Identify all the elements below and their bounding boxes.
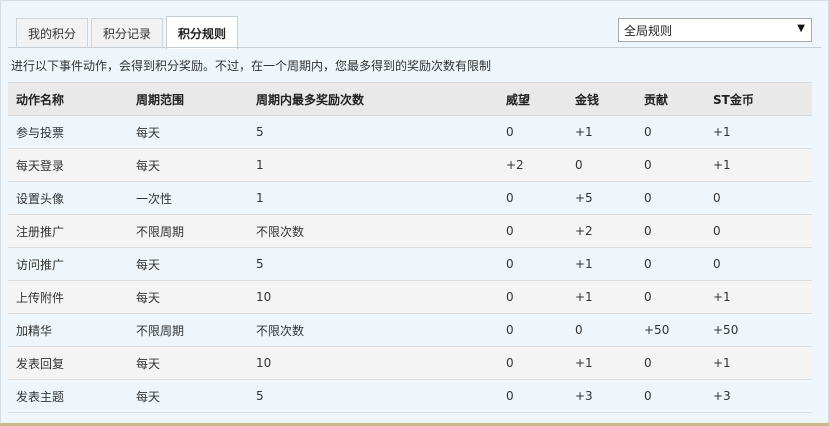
col-header-contribution: 贡献 xyxy=(636,82,705,116)
col-header-max-times: 周期内最多奖励次数 xyxy=(248,82,498,116)
cell-st-coin: +1 xyxy=(705,346,812,380)
cell-max-times: 不限次数 xyxy=(248,214,498,248)
cell-st-coin: +1 xyxy=(705,148,812,182)
cell-money: +1 xyxy=(567,346,636,380)
tab-points-log[interactable]: 积分记录 xyxy=(91,18,164,48)
cell-prestige: +2 xyxy=(498,148,567,182)
cell-max-times: 5 xyxy=(248,379,498,413)
col-header-action: 动作名称 xyxy=(8,82,128,116)
cell-contribution: 0 xyxy=(636,115,705,149)
cell-prestige: 0 xyxy=(498,181,567,215)
cell-action: 访问推广 xyxy=(8,247,128,281)
cell-cycle: 每天 xyxy=(128,148,248,182)
rules-table: 动作名称 周期范围 周期内最多奖励次数 威望 金钱 贡献 ST金币 参与投票 每天… xyxy=(8,82,812,413)
table-row: 发表主题 每天 5 0 +3 0 +3 xyxy=(8,379,812,413)
cell-prestige: 0 xyxy=(498,115,567,149)
cell-contribution: 0 xyxy=(636,379,705,413)
cell-contribution: 0 xyxy=(636,247,705,281)
cell-contribution: 0 xyxy=(636,181,705,215)
cell-contribution: 0 xyxy=(636,148,705,182)
cell-cycle: 不限周期 xyxy=(128,214,248,248)
cell-st-coin: +1 xyxy=(705,115,812,149)
cell-prestige: 0 xyxy=(498,346,567,380)
cell-action: 加精华 xyxy=(8,313,128,347)
table-row: 每天登录 每天 1 +2 0 0 +1 xyxy=(8,148,812,182)
table-row: 设置头像 一次性 1 0 +5 0 0 xyxy=(8,181,812,215)
cell-money: +3 xyxy=(567,379,636,413)
cell-money: +1 xyxy=(567,280,636,314)
cell-money: +1 xyxy=(567,247,636,281)
cell-prestige: 0 xyxy=(498,379,567,413)
cell-st-coin: 0 xyxy=(705,214,812,248)
table-row: 参与投票 每天 5 0 +1 0 +1 xyxy=(8,115,812,149)
cell-max-times: 1 xyxy=(248,181,498,215)
cell-action: 发表主题 xyxy=(8,379,128,413)
cell-cycle: 每天 xyxy=(128,346,248,380)
cell-max-times: 1 xyxy=(248,148,498,182)
tab-bar: 我的积分 积分记录 积分规则 xyxy=(16,15,241,49)
cell-st-coin: 0 xyxy=(705,181,812,215)
col-header-cycle: 周期范围 xyxy=(128,82,248,116)
tab-divider xyxy=(8,47,821,48)
cell-money: 0 xyxy=(567,313,636,347)
cell-action: 上传附件 xyxy=(8,280,128,314)
table-row: 上传附件 每天 10 0 +1 0 +1 xyxy=(8,280,812,314)
cell-action: 设置头像 xyxy=(8,181,128,215)
cell-contribution: 0 xyxy=(636,214,705,248)
cell-money: +5 xyxy=(567,181,636,215)
table-row: 访问推广 每天 5 0 +1 0 0 xyxy=(8,247,812,281)
cell-money: 0 xyxy=(567,148,636,182)
cell-cycle: 一次性 xyxy=(128,181,248,215)
cell-action: 注册推广 xyxy=(8,214,128,248)
cell-money: +1 xyxy=(567,115,636,149)
cell-st-coin: +50 xyxy=(705,313,812,347)
cell-st-coin: +1 xyxy=(705,280,812,314)
tab-my-points[interactable]: 我的积分 xyxy=(16,18,89,48)
cell-contribution: +50 xyxy=(636,313,705,347)
dropdown-arrow-icon: ▼ xyxy=(797,23,805,34)
cell-max-times: 5 xyxy=(248,115,498,149)
table-row: 注册推广 不限周期 不限次数 0 +2 0 0 xyxy=(8,214,812,248)
cell-prestige: 0 xyxy=(498,247,567,281)
table-header-row: 动作名称 周期范围 周期内最多奖励次数 威望 金钱 贡献 ST金币 xyxy=(8,82,812,116)
table-row: 发表回复 每天 10 0 +1 0 +1 xyxy=(8,346,812,380)
cell-cycle: 每天 xyxy=(128,115,248,149)
col-header-money: 金钱 xyxy=(567,82,636,116)
cell-contribution: 0 xyxy=(636,280,705,314)
col-header-prestige: 威望 xyxy=(498,82,567,116)
cell-max-times: 5 xyxy=(248,247,498,281)
cell-max-times: 10 xyxy=(248,346,498,380)
cell-action: 参与投票 xyxy=(8,115,128,149)
cell-cycle: 每天 xyxy=(128,247,248,281)
cell-contribution: 0 xyxy=(636,346,705,380)
cell-cycle: 不限周期 xyxy=(128,313,248,347)
cell-st-coin: 0 xyxy=(705,247,812,281)
table-row: 加精华 不限周期 不限次数 0 0 +50 +50 xyxy=(8,313,812,347)
cell-money: +2 xyxy=(567,214,636,248)
cell-prestige: 0 xyxy=(498,214,567,248)
cell-prestige: 0 xyxy=(498,313,567,347)
cell-prestige: 0 xyxy=(498,280,567,314)
col-header-st-coin: ST金币 xyxy=(705,82,812,116)
rules-table-body: 参与投票 每天 5 0 +1 0 +1 每天登录 每天 1 +2 0 0 +1 设置头像 一次性 1 0 +5 0 0 注… xyxy=(8,115,812,413)
cell-cycle: 每天 xyxy=(128,379,248,413)
cell-action: 每天登录 xyxy=(8,148,128,182)
cell-max-times: 10 xyxy=(248,280,498,314)
cell-st-coin: +3 xyxy=(705,379,812,413)
cell-cycle: 每天 xyxy=(128,280,248,314)
cell-action: 发表回复 xyxy=(8,346,128,380)
tab-points-rules[interactable]: 积分规则 xyxy=(166,16,239,49)
rules-description: 进行以下事件动作，会得到积分奖励。不过，在一个周期内，您最多得到的奖励次数有限制 xyxy=(11,59,492,73)
scope-select[interactable]: 全局规则 ▼ xyxy=(618,18,812,42)
scope-select-value: 全局规则 xyxy=(624,23,673,38)
cell-max-times: 不限次数 xyxy=(248,313,498,347)
